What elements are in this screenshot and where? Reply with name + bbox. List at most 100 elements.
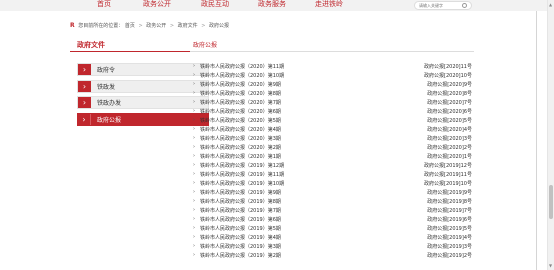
list-item[interactable]: › 铁岭市人民政府公报（2020）第4期 政府公报[2020]4号 (190, 126, 474, 135)
breadcrumb-home[interactable]: 首页 (125, 23, 135, 29)
list-item-title[interactable]: 铁岭市人民政府公报（2019）第4期 (200, 234, 281, 241)
list-item[interactable]: › 铁岭市人民政府公报（2019）第3期 政府公报[2019]3号 (190, 243, 474, 252)
list-item-title[interactable]: 铁岭市人民政府公报（2020）第6期 (200, 108, 281, 115)
bullet-icon: › (193, 234, 195, 240)
chevron-right-icon: › (78, 97, 91, 108)
scrollbar[interactable]: ▲ ▼ (547, 0, 554, 270)
sidebar-item-label: 铁政办发 (97, 100, 122, 107)
search-input[interactable] (415, 2, 459, 9)
list-item[interactable]: › 铁岭市人民政府公报（2020）第1期 政府公报[2020]1号 (190, 153, 474, 162)
bullet-icon: › (193, 153, 195, 159)
list-item[interactable]: › 铁岭市人民政府公报（2019）第6期 政府公报[2019]6号 (190, 216, 474, 225)
list-item-title[interactable]: 铁岭市人民政府公报（2020）第10期 (200, 72, 284, 79)
list-item[interactable]: › 铁岭市人民政府公报（2019）第7期 政府公报[2019]7号 (190, 207, 474, 216)
list-item-issue-number: 政府公报[2019]2号 (427, 253, 472, 259)
bullet-icon: › (193, 135, 195, 141)
list-item[interactable]: › 铁岭市人民政府公报（2020）第2期 政府公报[2020]2号 (190, 144, 474, 153)
breadcrumb-gov-affairs[interactable]: 政务公开 (146, 23, 166, 29)
list-item-title[interactable]: 铁岭市人民政府公报（2020）第7期 (200, 99, 281, 106)
list-item[interactable]: › 铁岭市人民政府公报（2019）第12期 政府公报[2019]12号 (190, 162, 474, 171)
list-item-issue-number: 政府公报[2020]11号 (424, 64, 472, 70)
list-item-title[interactable]: 铁岭市人民政府公报（2019）第2期 (200, 252, 281, 259)
list-item-issue-number: 政府公报[2019]12号 (424, 163, 472, 169)
content-border (536, 11, 537, 270)
page-title: 政府公报 (193, 42, 218, 49)
search-icon[interactable] (462, 3, 467, 8)
list-item-title[interactable]: 铁岭市人民政府公报（2019）第12期 (200, 162, 284, 169)
scrollbar-thumb[interactable] (549, 185, 553, 219)
list-item-title[interactable]: 铁岭市人民政府公报（2019）第5期 (200, 225, 281, 232)
title-divider (190, 51, 474, 52)
list-item-title[interactable]: 铁岭市人民政府公报（2020）第11期 (200, 63, 284, 70)
sidebar-item-label: 政府令 (97, 67, 116, 74)
bullet-icon: › (193, 126, 195, 132)
list-item-title[interactable]: 铁岭市人民政府公报（2020）第8期 (200, 90, 281, 97)
list-item-title[interactable]: 铁岭市人民政府公报（2019）第11期 (200, 171, 284, 178)
bullet-icon: › (193, 162, 195, 168)
list-item[interactable]: › 铁岭市人民政府公报（2019）第9期 政府公报[2019]9号 (190, 189, 474, 198)
list-item[interactable]: › 铁岭市人民政府公报（2019）第4期 政府公报[2019]4号 (190, 234, 474, 243)
breadcrumb: R 您目前所在的位置： 首页 > 政务公开 > 政府文件 > 政府公报 (70, 22, 229, 29)
list-item-title[interactable]: 铁岭市人民政府公报（2019）第7期 (200, 207, 281, 214)
bullet-icon: › (193, 225, 195, 231)
bullet-icon: › (193, 90, 195, 96)
bullet-icon: › (193, 171, 195, 177)
list-item[interactable]: › 铁岭市人民政府公报（2019）第8期 政府公报[2019]8号 (190, 198, 474, 207)
list-item[interactable]: › 铁岭市人民政府公报（2020）第5期 政府公报[2020]5号 (190, 117, 474, 126)
list-item-issue-number: 政府公报[2019]9号 (427, 190, 472, 196)
list-item[interactable]: › 铁岭市人民政府公报（2020）第7期 政府公报[2020]7号 (190, 99, 474, 108)
nav-item-gov-affairs[interactable]: 政务公开 (143, 0, 171, 9)
list-item-title[interactable]: 铁岭市人民政府公报（2020）第3期 (200, 135, 281, 142)
list-item[interactable]: › 铁岭市人民政府公报（2019）第5期 政府公报[2019]5号 (190, 225, 474, 234)
list-item-issue-number: 政府公报[2019]7号 (427, 208, 472, 214)
bullet-icon: › (193, 63, 195, 69)
list-item-issue-number: 政府公报[2019]4号 (427, 235, 472, 241)
list-item-issue-number: 政府公报[2020]4号 (427, 127, 472, 133)
sidebar-title: 政府文件 (77, 41, 105, 49)
list-item-title[interactable]: 铁岭市人民政府公报（2020）第9期 (200, 81, 281, 88)
nav-item-home[interactable]: 首页 (97, 0, 111, 9)
list-item-title[interactable]: 铁岭市人民政府公报（2020）第4期 (200, 126, 281, 133)
list-item-issue-number: 政府公报[2019]5号 (427, 226, 472, 232)
list-item-issue-number: 政府公报[2019]8号 (427, 199, 472, 205)
list-item-issue-number: 政府公报[2019]11号 (424, 172, 472, 178)
breadcrumb-prefix: 您目前所在的位置： (78, 23, 124, 29)
bullet-icon: › (193, 243, 195, 249)
list-item-issue-number: 政府公报[2020]2号 (427, 145, 472, 151)
list-item-issue-number: 政府公报[2020]10号 (424, 73, 472, 79)
scroll-down-icon[interactable]: ▼ (549, 263, 552, 268)
list-item-issue-number: 政府公报[2019]6号 (427, 217, 472, 223)
chevron-right-icon: › (78, 81, 91, 92)
breadcrumb-gazette[interactable]: 政府公报 (209, 23, 229, 29)
list-item[interactable]: › 铁岭市人民政府公报（2020）第11期 政府公报[2020]11号 (190, 63, 474, 72)
list-item-title[interactable]: 铁岭市人民政府公报（2019）第8期 (200, 198, 281, 205)
bullet-icon: › (193, 81, 195, 87)
list-item[interactable]: › 铁岭市人民政府公报（2020）第10期 政府公报[2020]10号 (190, 72, 474, 81)
list-item-title[interactable]: 铁岭市人民政府公报（2019）第6期 (200, 216, 281, 223)
list-item[interactable]: › 铁岭市人民政府公报（2019）第11期 政府公报[2019]11号 (190, 171, 474, 180)
nav-item-about[interactable]: 走进铁岭 (315, 0, 343, 9)
list-item[interactable]: › 铁岭市人民政府公报（2020）第6期 政府公报[2020]6号 (190, 108, 474, 117)
list-item-title[interactable]: 铁岭市人民政府公报（2020）第1期 (200, 153, 281, 160)
list-item[interactable]: › 铁岭市人民政府公报（2020）第9期 政府公报[2020]9号 (190, 81, 474, 90)
nav-item-services[interactable]: 政务服务 (258, 0, 286, 9)
list-item-title[interactable]: 铁岭市人民政府公报（2019）第3期 (200, 243, 281, 250)
list-item-issue-number: 政府公报[2020]5号 (427, 118, 472, 124)
list-item-title[interactable]: 铁岭市人民政府公报（2019）第10期 (200, 180, 284, 187)
list-item[interactable]: › 铁岭市人民政府公报（2019）第10期 政府公报[2019]10号 (190, 180, 474, 189)
list-item-issue-number: 政府公报[2020]1号 (427, 154, 472, 160)
search-box[interactable] (414, 1, 472, 10)
list-item-title[interactable]: 铁岭市人民政府公报（2020）第5期 (200, 117, 281, 124)
breadcrumb-separator: > (169, 23, 175, 29)
list-item[interactable]: › 铁岭市人民政府公报（2020）第8期 政府公报[2020]8号 (190, 90, 474, 99)
bullet-icon: › (193, 207, 195, 213)
chevron-right-icon: › (78, 114, 91, 125)
list-item-issue-number: 政府公报[2019]3号 (427, 244, 472, 250)
list-item[interactable]: › 铁岭市人民政府公报（2019）第2期 政府公报[2019]2号 (190, 252, 474, 261)
nav-item-interaction[interactable]: 政民互动 (201, 0, 229, 9)
breadcrumb-gov-docs[interactable]: 政府文件 (178, 23, 198, 29)
list-item-title[interactable]: 铁岭市人民政府公报（2019）第9期 (200, 189, 281, 196)
scroll-up-icon[interactable]: ▲ (549, 2, 552, 7)
list-item[interactable]: › 铁岭市人民政府公报（2020）第3期 政府公报[2020]3号 (190, 135, 474, 144)
list-item-title[interactable]: 铁岭市人民政府公报（2020）第2期 (200, 144, 281, 151)
